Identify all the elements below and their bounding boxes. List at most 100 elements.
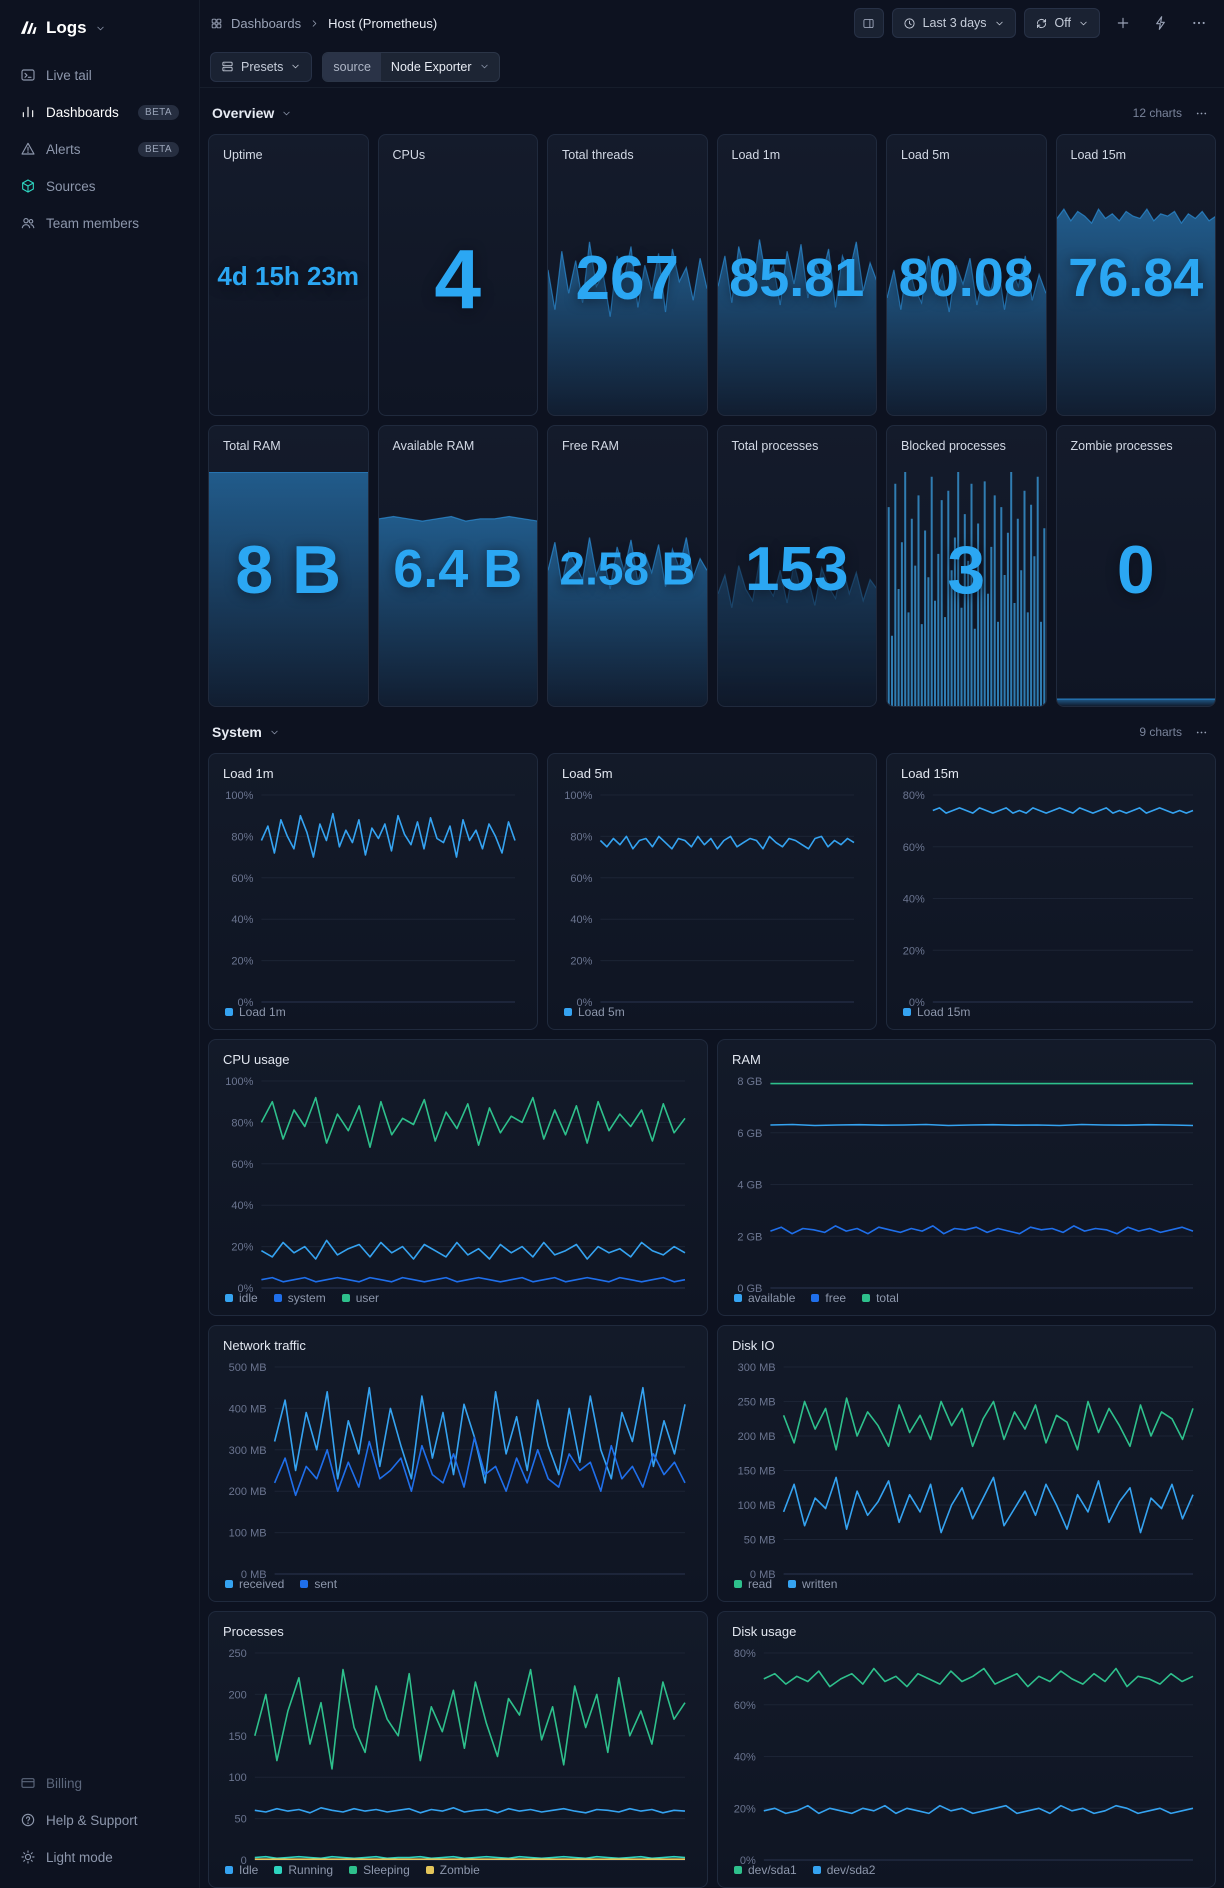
legend-item[interactable]: read [734,1577,772,1591]
system-section-header: System 9 charts [212,721,1212,743]
chevron-down-icon [480,64,488,69]
legend-color-swatch [564,1008,572,1016]
legend-label: read [748,1577,773,1591]
refresh-icon [1036,18,1046,28]
svg-text:300 MB: 300 MB [738,1362,776,1374]
sidebar-item-sources[interactable]: Sources [12,169,187,203]
bar-chart-icon [22,106,34,118]
card-title: Uptime [223,148,263,162]
sidebar-item-live-tail[interactable]: Live tail [12,58,187,92]
card-value: 2.58 B [559,542,696,595]
chart-title: Network traffic [223,1338,306,1353]
chevron-down-icon [995,21,1003,25]
sidebar-item-dashboards[interactable]: Dashboards BETA [12,95,187,129]
card-value: 76.84 [1068,248,1204,309]
svg-text:400 MB: 400 MB [229,1403,267,1415]
card-title: Zombie processes [1070,439,1173,453]
legend-item[interactable]: Running [274,1863,333,1877]
quick-actions-button[interactable] [1146,8,1176,38]
users-icon [21,217,35,229]
legend-item[interactable]: Load 15m [903,1005,970,1019]
panel-toggle-button[interactable] [853,8,884,38]
auto-refresh-selector[interactable]: Off [1023,8,1100,38]
card-value: 85.81 [729,248,865,309]
chart-panel-load-5m: Load 5m 100% 80% 60% 40% 20% 0% Load 5m [547,753,877,1030]
svg-text:8 GB: 8 GB [737,1076,762,1088]
legend-item[interactable]: total [862,1291,899,1305]
svg-text:50: 50 [235,1814,247,1826]
sidebar-item-label: Help & Support [46,1812,138,1828]
help-circle-icon [21,1813,35,1827]
sidebar-item-billing[interactable]: Billing [12,1766,187,1800]
legend-item[interactable]: free [811,1291,846,1305]
section-menu-button[interactable] [1190,102,1212,124]
load-5m-chart: 100% 80% 60% 40% 20% 0% [562,785,862,1009]
sidebar-item-help-support[interactable]: Help & Support [12,1803,187,1837]
sidebar-item-light-mode[interactable]: Light mode [12,1840,187,1874]
section-collapse-chevron-icon[interactable] [281,108,292,119]
legend-item[interactable]: Idle [225,1863,258,1877]
svg-text:100 MB: 100 MB [229,1528,267,1540]
stat-card-uptime: Uptime 4d 15h 23m [208,134,369,416]
legend-item[interactable]: system [273,1291,326,1305]
stat-card-blocked-processes: Blocked processes 3 [886,425,1047,707]
overview-cards-grid: Uptime 4d 15h 23m CPUs 4 Total threads 2… [208,134,1216,707]
app-root: Logs Live tail Dashboards BETA Alerts BE… [0,0,1224,1888]
chart-legend: Load 15m [901,998,1201,1019]
chart-panel-disk-io: Disk IO 300 MB 250 MB 200 MB 150 MB 100 MB 50… [717,1325,1216,1602]
add-chart-button[interactable] [1108,8,1138,38]
source-filter-chip[interactable]: source Node Exporter [322,51,500,82]
legend-color-swatch [300,1580,309,1588]
sidebar-item-alerts[interactable]: Alerts BETA [12,132,187,166]
legend-item[interactable]: Sleeping [349,1863,410,1877]
filter-key-label: source [323,52,381,81]
chart-title: Load 1m [223,766,274,781]
legend-item[interactable]: user [341,1291,379,1305]
more-options-button[interactable] [1184,8,1214,38]
card-value: 80.08 [898,248,1034,309]
legend-item[interactable]: Load 1m [225,1005,286,1019]
legend-item[interactable]: Zombie [425,1863,480,1877]
legend-color-swatch [349,1866,358,1874]
ellipsis-icon [1196,112,1206,114]
sidebar-item-label: Billing [46,1775,83,1791]
stat-card-total-processes: Total processes 153 [716,425,877,707]
card-title: Total processes [731,439,819,453]
legend-color-swatch [225,1008,233,1016]
legend-item[interactable]: dev/sda1 [734,1863,797,1877]
legend-item[interactable]: dev/sda2 [812,1863,875,1877]
cube-icon [22,179,34,193]
legend-item[interactable]: Load 5m [564,1005,625,1019]
legend-item[interactable]: received [225,1577,284,1591]
disk-usage-chart: 80% 60% 40% 20% 0% [732,1643,1201,1867]
svg-text:40%: 40% [570,914,592,926]
legend-label: received [239,1577,285,1591]
section-menu-button[interactable] [1190,721,1212,743]
card-title: Load 1m [731,148,781,162]
legend-label: Load 15m [917,1005,971,1019]
workspace-switcher[interactable]: Logs [12,14,187,58]
svg-text:100 MB: 100 MB [738,1500,776,1512]
breadcrumb-root[interactable]: Dashboards [231,16,301,31]
filter-toolbar: Presets source Node Exporter [200,46,1224,88]
time-range-selector[interactable]: Last 3 days [891,8,1016,38]
chart-title: Disk usage [732,1624,797,1639]
legend-label: sent [314,1577,338,1591]
card-title: Free RAM [562,439,619,453]
warning-icon [21,142,35,155]
sun-icon [21,1850,35,1864]
sidebar-item-label: Light mode [46,1849,113,1865]
legend-item[interactable]: sent [300,1577,337,1591]
svg-text:100%: 100% [225,1076,253,1088]
sidebar-item-team-members[interactable]: Team members [12,206,187,240]
presets-dropdown[interactable]: Presets [210,51,313,82]
legend-item[interactable]: idle [225,1291,258,1305]
legend-color-swatch [812,1866,821,1874]
chart-legend: Load 5m [562,998,862,1019]
legend-item[interactable]: written [788,1577,837,1591]
svg-text:80%: 80% [231,1117,253,1129]
section-collapse-chevron-icon[interactable] [269,727,280,738]
legend-item[interactable]: available [734,1291,795,1305]
card-title: Total threads [562,148,634,162]
svg-text:250: 250 [228,1648,246,1660]
